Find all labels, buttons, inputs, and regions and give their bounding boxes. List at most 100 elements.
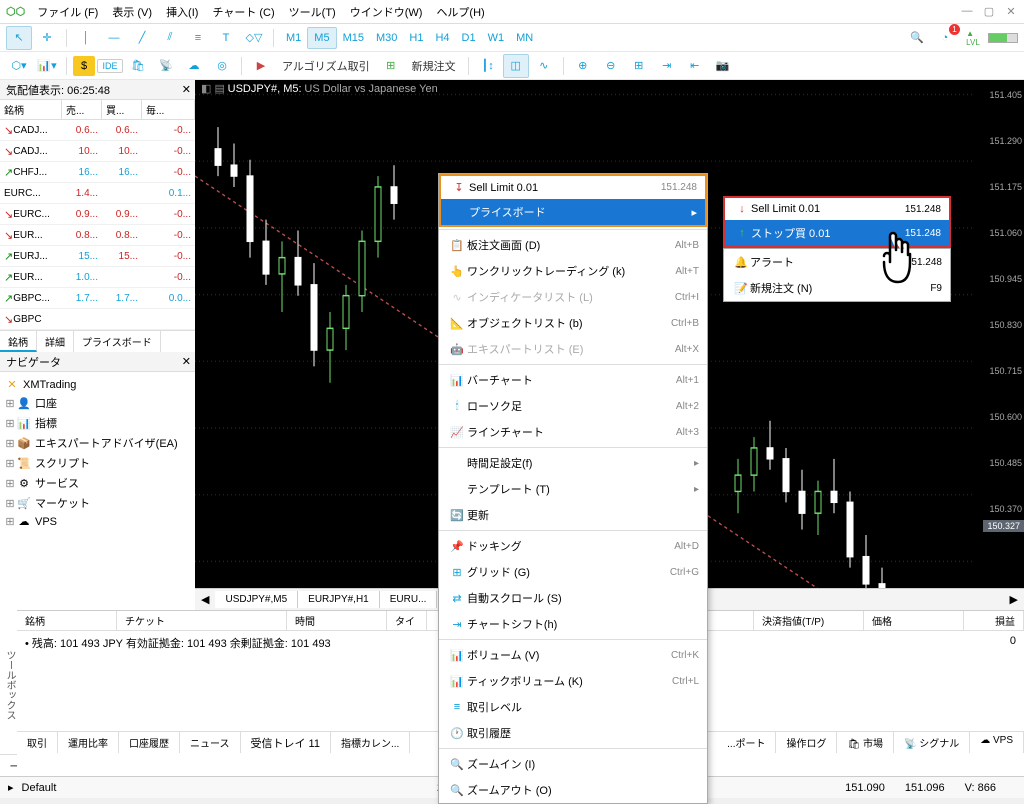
ctx-item[interactable]: 時間足設定(f)▸ — [439, 450, 707, 476]
algo-trading-label[interactable]: アルゴリズム取引 — [276, 58, 376, 74]
mw-close-icon[interactable]: ✕ — [182, 83, 191, 96]
mw-row[interactable]: ↘ GBPC — [0, 309, 195, 330]
vps-icon[interactable]: ☁ — [181, 54, 207, 78]
mw-col-bid[interactable]: 売... — [62, 100, 102, 119]
window-close-button[interactable]: ✕ — [1004, 5, 1018, 19]
market-icon[interactable]: 🛍 — [125, 54, 151, 78]
zoom-in-icon[interactable]: ⊕ — [570, 54, 596, 78]
sub-stop-buy[interactable]: ↑ ストップ買 0.01 151.248 — [725, 220, 949, 246]
ctx-item[interactable]: 📌ドッキングAlt+D — [439, 533, 707, 559]
shift-icon[interactable]: ⇤ — [682, 54, 708, 78]
term-tab-experts[interactable]: ...ポート — [717, 732, 776, 753]
new-order-label[interactable]: 新規注文 — [406, 58, 462, 74]
sub-sell-limit[interactable]: ↓ Sell Limit 0.01 151.248 — [725, 198, 949, 220]
nav-item[interactable]: ⊞🛒マーケット — [4, 493, 191, 513]
menu-file[interactable]: ファイル (F) — [37, 4, 98, 20]
mw-tab-details[interactable]: 詳細 — [37, 331, 74, 352]
ctx-item[interactable]: テンプレート (T)▸ — [439, 476, 707, 502]
timeframe-D1[interactable]: D1 — [456, 27, 482, 49]
mw-row[interactable]: ↘ EURC...0.9...0.9...-0... — [0, 204, 195, 225]
crosshair-tool[interactable]: ✛ — [34, 26, 60, 50]
ctx-item[interactable]: ⇄自動スクロール (S) — [439, 585, 707, 611]
new-chart-icon[interactable]: ⬡▾ — [6, 54, 32, 78]
nav-item[interactable]: ⊞👤口座 — [4, 393, 191, 413]
nav-item[interactable]: ⊞☁VPS — [4, 513, 191, 530]
mw-col-change[interactable]: 毎... — [142, 100, 195, 119]
screenshot-icon[interactable]: 📷 — [710, 54, 736, 78]
ctx-item[interactable]: 🔄更新 — [439, 502, 707, 528]
line-chart-icon[interactable]: ∿ — [531, 54, 557, 78]
term-col-time[interactable]: 時間 — [287, 611, 387, 630]
lvl-icon[interactable]: ▲LVL — [960, 26, 986, 50]
menu-insert[interactable]: 挿入(I) — [166, 4, 198, 20]
minimize-button[interactable]: — — [960, 5, 974, 19]
ctx-item[interactable]: 📊ボリューム (V)Ctrl+K — [439, 642, 707, 668]
shapes-tool[interactable]: ◇▽ — [241, 26, 267, 50]
mw-row[interactable]: ↗ EUR...1.0...-0... — [0, 267, 195, 288]
maximize-button[interactable]: ▢ — [982, 5, 996, 19]
mw-col-symbol[interactable]: 銘柄 — [0, 100, 62, 119]
menu-chart[interactable]: チャート (C) — [212, 4, 274, 20]
term-tab-history[interactable]: 口座履歴 — [119, 732, 180, 753]
mw-row[interactable]: ↗ CHFJ...16...16...-0... — [0, 162, 195, 183]
timeframe-MN[interactable]: MN — [510, 27, 539, 49]
term-col-ticket[interactable]: チケット — [117, 611, 287, 630]
tile-icon[interactable]: ⊞ — [626, 54, 652, 78]
new-order-icon[interactable]: ⊞ — [378, 54, 404, 78]
sub-new-order[interactable]: 📝 新規注文 (N) F9 — [724, 275, 950, 301]
ctx-item[interactable]: ≡取引レベル — [439, 694, 707, 720]
term-tab-market[interactable]: 🛍 市場 — [837, 732, 893, 753]
nav-root[interactable]: ✕XMTrading — [4, 376, 191, 393]
autoscroll-icon[interactable]: ⇥ — [654, 54, 680, 78]
term-col-tp[interactable]: 決済指値(T/P) — [754, 611, 864, 630]
ctx-item[interactable]: 📐オブジェクトリスト (b)Ctrl+B — [439, 310, 707, 336]
menu-tools[interactable]: ツール(T) — [289, 4, 336, 20]
ctx-item[interactable]: 🔍ズームアウト (O) — [439, 777, 707, 803]
term-tab-calendar[interactable]: 指標カレン... — [331, 732, 410, 753]
algo-stop-icon[interactable]: ▶ — [248, 54, 274, 78]
term-col-pl[interactable]: 損益 — [964, 611, 1024, 630]
ctx-item[interactable]: ⊞グリッド (G)Ctrl+G — [439, 559, 707, 585]
bar-chart-icon[interactable]: ┃↕ — [475, 54, 501, 78]
timeframe-H1[interactable]: H1 — [403, 27, 429, 49]
chart-tab-prev[interactable]: ◀ — [195, 593, 215, 606]
candle-chart-icon[interactable]: ◫ — [503, 54, 529, 78]
nav-item[interactable]: ⊞📊指標 — [4, 413, 191, 433]
term-col-price[interactable]: 価格 — [864, 611, 964, 630]
mw-row[interactable]: ↗ EURJ...15...15...-0... — [0, 246, 195, 267]
profiles-icon[interactable]: 📊▾ — [34, 54, 60, 78]
signals-icon[interactable]: 📡 — [153, 54, 179, 78]
sub-alert[interactable]: 🔔 アラート 151.248 — [724, 249, 950, 275]
chart-tab-next[interactable]: ▶ — [1004, 593, 1024, 606]
mw-col-ask[interactable]: 買... — [102, 100, 142, 119]
term-tab-trade[interactable]: 取引 — [17, 732, 58, 753]
ctx-item[interactable]: 📋板注文画面 (D)Alt+B — [439, 232, 707, 258]
payments-icon[interactable]: ◎ — [209, 54, 235, 78]
timeframe-M30[interactable]: M30 — [370, 27, 403, 49]
mw-row[interactable]: ↗ GBPC...1.7...1.7...0.0... — [0, 288, 195, 309]
ctx-item[interactable]: ⇥チャートシフト(h) — [439, 611, 707, 637]
menu-window[interactable]: ウインドウ(W) — [350, 4, 423, 20]
ctx-price-board[interactable]: プライスボード ▸ — [441, 199, 705, 225]
mw-row[interactable]: ↘ CADJ...0.6...0.6...-0... — [0, 120, 195, 141]
nav-item[interactable]: ⊞📦エキスパートアドバイザ(EA) — [4, 433, 191, 453]
notifications-icon[interactable]: ◔ — [932, 26, 958, 50]
trendline-tool[interactable]: ╱ — [129, 26, 155, 50]
term-tab-news[interactable]: ニュース — [180, 732, 241, 753]
term-tab-vps[interactable]: ☁ VPS — [970, 732, 1024, 753]
term-tab-mailbox[interactable]: 受信トレイ 11 — [241, 732, 331, 753]
chart-tab-usdjpy[interactable]: USDJPY#,M5 — [215, 591, 298, 608]
ctx-sell-limit[interactable]: ↧ Sell Limit 0.01 151.248 — [441, 176, 705, 199]
ctx-item[interactable]: 🤖エキスパートリスト (E)Alt+X — [439, 336, 707, 362]
ctx-item[interactable]: 📊ティックボリューム (K)Ctrl+L — [439, 668, 707, 694]
timeframe-M15[interactable]: M15 — [337, 27, 370, 49]
chart-tab-eurjpy[interactable]: EURJPY#,H1 — [298, 591, 380, 608]
mw-row[interactable]: EURC...1.4...0.1... — [0, 183, 195, 204]
mw-tab-symbols[interactable]: 銘柄 — [0, 331, 37, 352]
vline-tool[interactable]: │ — [73, 26, 99, 50]
hline-tool[interactable]: — — [101, 26, 127, 50]
mw-row[interactable]: ↘ EUR...0.8...0.8...-0... — [0, 225, 195, 246]
search-icon[interactable]: 🔍 — [904, 26, 930, 50]
ide-button[interactable]: IDE — [97, 54, 123, 78]
term-col-type[interactable]: タイ — [387, 611, 427, 630]
